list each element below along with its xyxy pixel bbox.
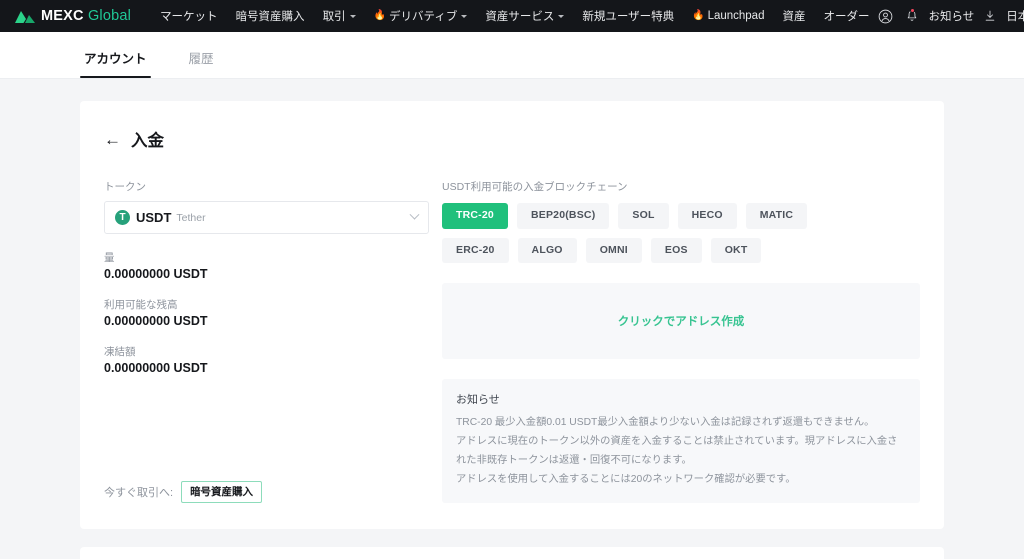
deposit-left-column: トークン T USDT Tether 量 0.00000000 USDT 利用可… — [104, 179, 429, 504]
flame-icon: 🔥 — [373, 10, 387, 21]
trade-prompt-label: 今すぐ取引へ: — [104, 486, 174, 499]
tab-label: 履歴 — [188, 52, 214, 66]
nav-item-asset-services[interactable]: 資産サービス — [476, 0, 573, 32]
page-content: ← 入金 トークン T USDT Tether 量 0.00000000 USD… — [0, 79, 1024, 559]
sub-navigation-tabs: アカウント 履歴 — [0, 32, 1024, 79]
deposit-columns: トークン T USDT Tether 量 0.00000000 USDT 利用可… — [104, 179, 920, 504]
chevron-down-icon — [349, 14, 356, 18]
chain-chip-algo[interactable]: ALGO — [517, 237, 577, 264]
brand-name: MEXC Global — [41, 7, 132, 24]
nav-label: 資産 — [782, 11, 806, 23]
nav-label: オーダー — [823, 11, 870, 23]
stat-frozen-amount: 凍結額 0.00000000 USDT — [104, 344, 429, 375]
stat-label: 凍結額 — [104, 346, 136, 358]
deposit-card-header: ← 入金 — [104, 127, 920, 151]
chain-chip-erc20[interactable]: ERC-20 — [442, 237, 509, 264]
notifications-button[interactable] — [905, 0, 919, 32]
nav-item-derivatives[interactable]: 🔥 デリバティブ — [365, 0, 477, 32]
chain-chip-sol[interactable]: SOL — [618, 203, 669, 229]
trade-now-row: 今すぐ取引へ: 暗号資産購入 — [104, 453, 429, 504]
chain-chip-omni[interactable]: OMNI — [585, 237, 642, 264]
download-app-button[interactable] — [983, 0, 997, 32]
arrow-left-icon[interactable]: ← — [104, 131, 121, 148]
nav-label: マーケット — [160, 11, 218, 23]
flame-icon: 🔥 — [692, 10, 705, 21]
nav-label: 取引 — [322, 11, 346, 23]
locale-label: 日本語/USD — [1006, 11, 1024, 23]
create-address-link[interactable]: クリックでアドレス作成 — [618, 313, 745, 329]
notice-line: アドレスに現在のトークン以外の資産を入金することは禁止されています。現アドレスに… — [456, 436, 898, 467]
download-icon — [985, 10, 995, 21]
tab-account[interactable]: アカウント — [80, 48, 151, 78]
brand-logo[interactable]: MEXC Global — [14, 9, 131, 24]
nav-label: お知らせ — [928, 11, 975, 23]
usdt-coin-icon: T — [115, 210, 130, 225]
token-symbol: USDT — [136, 210, 172, 225]
nav-item-buy-crypto[interactable]: 暗号資産購入 — [227, 0, 314, 32]
token-name: Tether — [176, 211, 206, 224]
chain-chip-eos[interactable]: EOS — [650, 237, 702, 264]
stat-amount: 量 0.00000000 USDT — [104, 250, 429, 281]
stat-label: 利用可能な残高 — [104, 299, 178, 311]
account-button[interactable] — [878, 0, 893, 32]
page-title: 入金 — [131, 132, 164, 150]
tab-history[interactable]: 履歴 — [185, 48, 218, 78]
nav-item-announcements[interactable]: お知らせ — [919, 0, 983, 32]
nav-label: 新規ユーザー特典 — [582, 11, 675, 23]
chain-field-label: USDT利用可能の入金ブロックチェーン — [442, 181, 628, 193]
stat-value: 0.00000000 USDT — [104, 314, 208, 328]
nav-label: 暗号資産購入 — [235, 11, 305, 23]
token-select[interactable]: T USDT Tether — [104, 201, 429, 234]
nav-item-trade[interactable]: 取引 — [314, 0, 365, 32]
chain-chip-group: TRC-20 BEP20(BSC) SOL HECO MATIC ERC-20 … — [442, 203, 882, 264]
deposit-card: ← 入金 トークン T USDT Tether 量 0.00000000 USD… — [80, 101, 944, 530]
stat-label: 量 — [104, 252, 115, 264]
chain-chip-trc20[interactable]: TRC-20 — [442, 203, 508, 229]
recent-deposits-card: 最近の入金履歴 履歴 — [80, 547, 944, 559]
nav-item-market[interactable]: マーケット — [151, 0, 227, 32]
chain-chip-bep20[interactable]: BEP20(BSC) — [516, 203, 610, 229]
chain-chip-okt[interactable]: OKT — [710, 237, 762, 264]
stat-value: 0.00000000 USDT — [104, 267, 208, 281]
locale-selector[interactable]: 日本語/USD — [997, 0, 1024, 32]
mountain-logo-icon — [15, 10, 35, 23]
nav-item-orders[interactable]: オーダー — [814, 0, 878, 32]
notice-panel: お知らせ TRC-20 最少入金額0.01 USDT最少入金額より少ない入金は記… — [442, 379, 920, 504]
nav-label: Launchpad — [707, 10, 765, 22]
tab-label: アカウント — [84, 52, 147, 66]
top-navigation-bar: MEXC Global マーケット 暗号資産購入 取引 🔥 デリバティブ 資産サ… — [0, 0, 1024, 32]
notice-title: お知らせ — [456, 394, 500, 407]
nav-item-assets[interactable]: 資産 — [773, 0, 814, 32]
chevron-down-icon — [409, 209, 420, 220]
chevron-down-icon — [558, 14, 565, 18]
deposit-right-column: USDT利用可能の入金ブロックチェーン TRC-20 BEP20(BSC) SO… — [429, 179, 920, 504]
chevron-down-icon — [461, 14, 468, 18]
nav-label: デリバティブ — [389, 11, 458, 23]
stat-value: 0.00000000 USDT — [104, 361, 208, 375]
nav-item-new-user-benefits[interactable]: 新規ユーザー特典 — [573, 0, 683, 32]
nav-item-launchpad[interactable]: 🔥 Launchpad — [683, 0, 773, 32]
generate-address-panel[interactable]: クリックでアドレス作成 — [442, 283, 920, 360]
notice-line: TRC-20 最少入金額0.01 USDT最少入金額より少ない入金は記録されず返… — [456, 417, 875, 429]
chain-chip-matic[interactable]: MATIC — [745, 203, 808, 229]
user-circle-icon — [879, 9, 893, 23]
token-field-label: トークン — [104, 181, 146, 193]
nav-label: 資産サービス — [485, 11, 555, 23]
notice-line: アドレスを使用して入金することには20のネットワーク確認が必要です。 — [456, 474, 796, 486]
chain-chip-heco[interactable]: HECO — [677, 203, 737, 229]
buy-crypto-button[interactable]: 暗号資産購入 — [181, 480, 263, 504]
stat-available-balance: 利用可能な残高 0.00000000 USDT — [104, 297, 429, 328]
